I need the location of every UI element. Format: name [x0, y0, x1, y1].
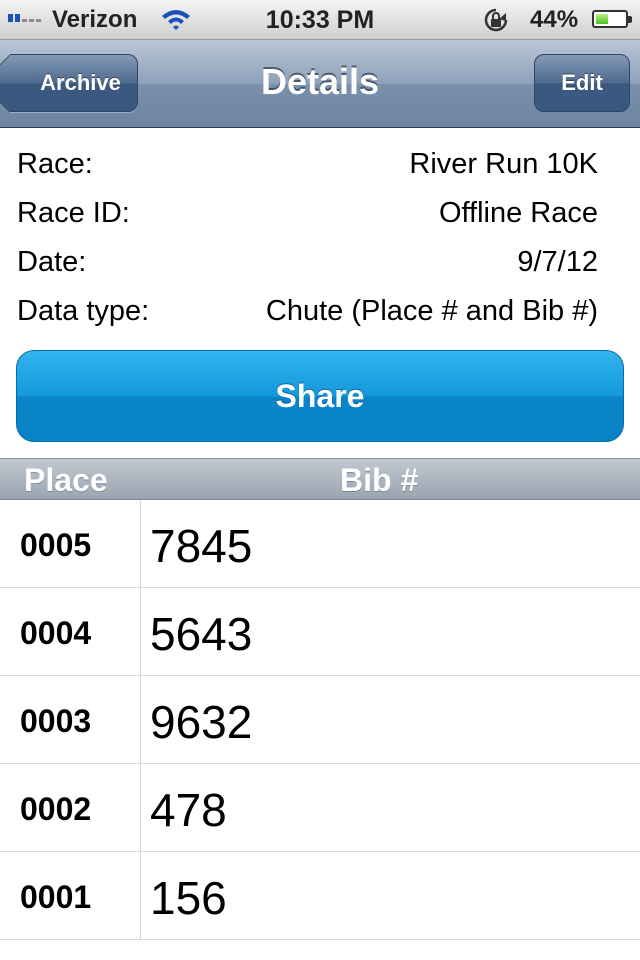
- table-row[interactable]: 0002 478: [0, 764, 640, 852]
- status-bar: Verizon 10:33 PM 44%: [0, 0, 640, 40]
- table-row[interactable]: 0003 9632: [0, 676, 640, 764]
- place-cell: 0005: [20, 527, 92, 563]
- column-divider: [140, 764, 141, 852]
- column-divider: [140, 676, 141, 764]
- column-divider: [140, 588, 141, 676]
- race-row: Race: River Run 10K: [17, 148, 598, 188]
- results-list: 0005 7845 0004 5643 0003 9632 0002 478 0…: [0, 500, 640, 940]
- bib-cell: 156: [150, 872, 227, 924]
- bib-column-header: Bib #: [340, 462, 419, 498]
- bib-cell: 7845: [150, 520, 253, 572]
- place-cell: 0002: [20, 791, 92, 827]
- date-value: 9/7/12: [517, 246, 598, 278]
- share-button[interactable]: Share: [16, 350, 624, 442]
- place-cell: 0004: [20, 615, 92, 651]
- column-divider: [140, 852, 141, 940]
- battery-level: [596, 14, 608, 24]
- place-cell: 0003: [20, 703, 92, 739]
- race-label: Race:: [17, 148, 93, 180]
- back-arrow-icon: [0, 54, 39, 113]
- battery-percent: 44%: [530, 6, 579, 33]
- place-column-header: Place: [24, 462, 108, 498]
- navigation-bar: Details Archive Edit: [0, 40, 640, 128]
- battery-icon: [592, 10, 632, 28]
- race-value: River Run 10K: [409, 148, 598, 180]
- race-id-value: Offline Race: [438, 197, 598, 229]
- bib-cell: 478: [150, 784, 227, 836]
- date-label: Date:: [17, 246, 87, 278]
- bib-cell: 9632: [150, 696, 253, 748]
- data-type-value: Chute (Place # and Bib #): [265, 295, 598, 327]
- table-header: Place Bib #: [0, 458, 640, 500]
- archive-back-button[interactable]: Archive: [0, 54, 138, 113]
- bib-cell: 5643: [150, 608, 253, 660]
- archive-back-label: Archive: [40, 70, 121, 95]
- column-divider: [140, 500, 141, 588]
- rotation-lock-icon: [484, 8, 508, 32]
- data-type-row: Data type: Chute (Place # and Bib #): [17, 295, 598, 335]
- data-type-label: Data type:: [17, 295, 150, 327]
- date-row: Date: 9/7/12: [17, 246, 598, 286]
- place-cell: 0001: [20, 879, 92, 915]
- table-row[interactable]: 0001 156: [0, 852, 640, 940]
- race-id-row: Race ID: Offline Race: [17, 197, 598, 237]
- edit-button[interactable]: Edit: [534, 54, 630, 112]
- table-row[interactable]: 0005 7845: [0, 500, 640, 588]
- table-row[interactable]: 0004 5643: [0, 588, 640, 676]
- race-id-label: Race ID:: [17, 197, 130, 229]
